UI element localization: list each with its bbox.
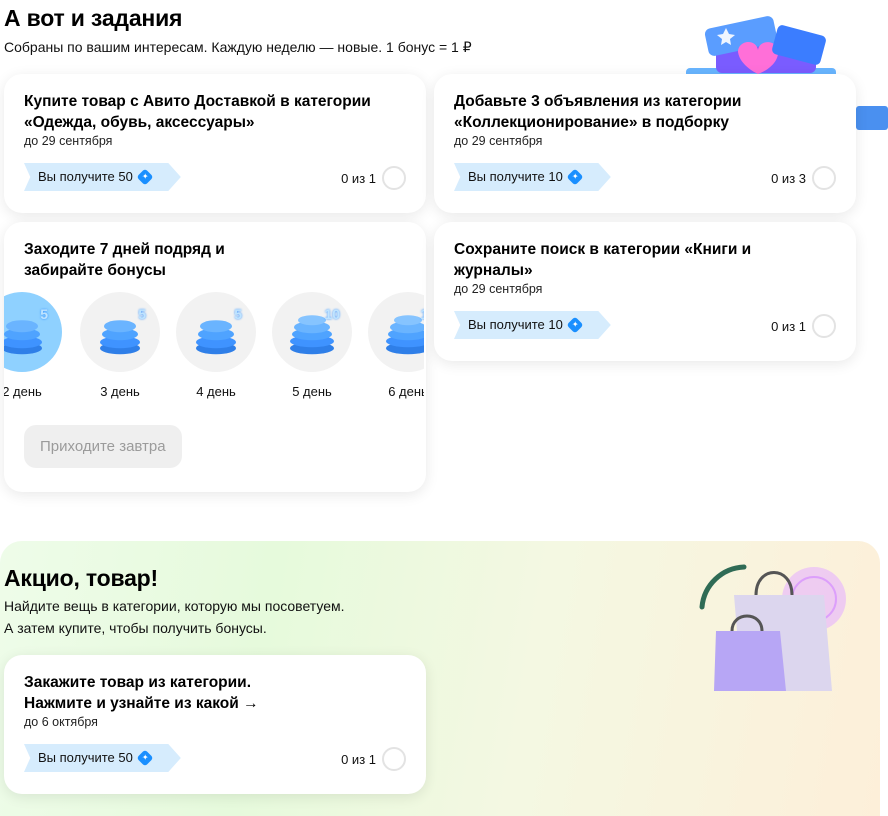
coin-stack-icon — [386, 315, 424, 355]
task-card[interactable]: Купите товар с Авито Доставкой в категор… — [4, 74, 426, 213]
tasks-section-subtitle: Собраны по вашим интересам. Каждую недел… — [4, 39, 472, 55]
bonus-coin-icon: ✦ — [566, 316, 584, 334]
reward-badge: Вы получите 10 ✦ — [454, 311, 611, 339]
task-progress: 0 из 3 — [771, 171, 806, 186]
reward-badge: Вы получите 50 ✦ — [24, 744, 181, 772]
empty-check-circle-icon — [382, 166, 406, 190]
task-card[interactable]: Добавьте 3 объявления из категории «Колл… — [434, 74, 856, 213]
task-card[interactable]: Сохраните поиск в категории «Книги и жур… — [434, 222, 856, 361]
reward-badge: Вы получите 10 ✦ — [454, 163, 611, 191]
streak-title: Заходите 7 дней подряд и забирайте бонус… — [24, 241, 225, 279]
day-bonus-badge: 5 — [176, 292, 256, 372]
task-deadline: до 6 октября — [24, 715, 98, 729]
bonus-coin-icon: ✦ — [136, 749, 154, 767]
day-label: 5 день — [292, 384, 332, 399]
task-deadline: до 29 сентября — [24, 134, 113, 148]
task-title: Закажите товар из категории. Нажмите и у… — [24, 674, 259, 712]
reward-label: Вы получите 50 — [38, 169, 133, 184]
reward-badge: Вы получите 50 ✦ — [24, 163, 181, 191]
day-bonus-badge: 5 — [4, 292, 62, 372]
task-title: Купите товар с Авито Доставкой в категор… — [24, 93, 371, 131]
tasks-section-title: А вот и задания — [4, 5, 183, 31]
task-title: Сохраните поиск в категории «Книги и жур… — [454, 241, 752, 279]
day-item: 10 6 день — [368, 292, 424, 399]
day-bonus-badge: 10 — [368, 292, 424, 372]
reward-label: Вы получите 10 — [468, 317, 563, 332]
day-label: 4 день — [196, 384, 236, 399]
day-bonus-badge: 5 — [80, 292, 160, 372]
empty-check-circle-icon — [382, 747, 406, 771]
day-bonus-value: 5 — [234, 306, 242, 322]
day-label: 2 день — [4, 384, 42, 399]
bonus-coin-icon: ✦ — [566, 168, 584, 186]
promo-section-title: Акцио, товар! — [4, 565, 158, 591]
streak-card: Заходите 7 дней подряд и забирайте бонус… — [4, 222, 426, 492]
reward-label: Вы получите 10 — [468, 169, 563, 184]
task-progress: 0 из 1 — [771, 319, 806, 334]
empty-check-circle-icon — [812, 314, 836, 338]
day-bonus-value: 5 — [40, 306, 48, 322]
promo-section: Акцио, товар! Найдите вещь в категории, … — [0, 541, 880, 816]
day-label: 6 день — [388, 384, 424, 399]
day-label: 3 день — [100, 384, 140, 399]
task-title: Добавьте 3 объявления из категории «Колл… — [454, 93, 742, 131]
day-item: 5 2 день — [4, 292, 62, 399]
promo-task-card[interactable]: Закажите товар из категории. Нажмите и у… — [4, 655, 426, 794]
promo-section-subtitle-line2: А затем купите, чтобы получить бонусы. — [4, 620, 267, 636]
day-bonus-value: 10 — [324, 306, 340, 322]
reward-label: Вы получите 50 — [38, 750, 133, 765]
come-tomorrow-button[interactable]: Приходите завтра — [24, 425, 182, 468]
promo-section-subtitle-line1: Найдите вещь в категории, которую мы пос… — [4, 598, 345, 614]
day-bonus-badge: 10 — [272, 292, 352, 372]
day-bonus-value: 10 — [420, 306, 424, 322]
task-progress: 0 из 1 — [341, 171, 376, 186]
bonus-coin-icon: ✦ — [136, 168, 154, 186]
task-deadline: до 29 сентября — [454, 134, 543, 148]
day-item: 10 5 день — [272, 292, 352, 399]
task-deadline: до 29 сентября — [454, 282, 543, 296]
day-item: 5 4 день — [176, 292, 256, 399]
task-progress: 0 из 1 — [341, 752, 376, 767]
day-item: 5 3 день — [80, 292, 160, 399]
shopping-bags-illustration — [699, 564, 846, 691]
empty-check-circle-icon — [812, 166, 836, 190]
streak-days: 5 2 день 5 3 день 5 4 день 10 5 день 6 д… — [4, 292, 424, 402]
day-bonus-value: 5 — [138, 306, 146, 322]
